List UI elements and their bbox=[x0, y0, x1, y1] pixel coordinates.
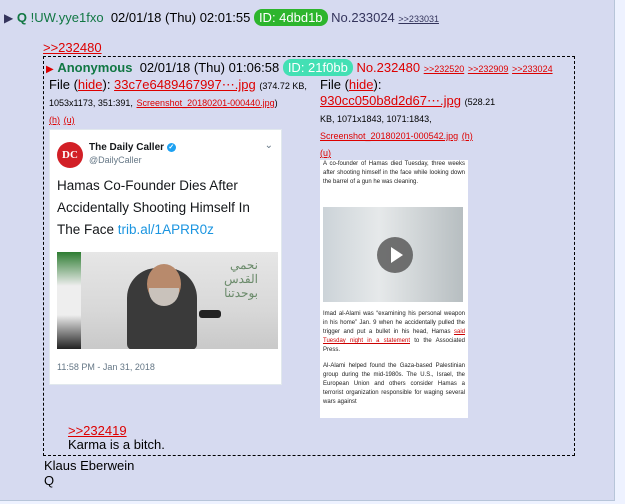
post-header: ▶ Q !UW.yye1fxo 02/01/18 (Thu) 02:01:55 … bbox=[4, 9, 439, 26]
file-link[interactable]: 33c7e6489467997⋯.jpg bbox=[114, 77, 256, 92]
quoted-poster-id-badge[interactable]: ID: 21f0bb bbox=[282, 59, 353, 76]
file-label: File bbox=[320, 77, 341, 92]
flag-graphic bbox=[57, 252, 81, 349]
u-link[interactable]: (u) bbox=[320, 148, 331, 158]
collapse-triangle-icon[interactable]: ▶ bbox=[4, 11, 13, 25]
tweet-account-name: The Daily Caller ✓ bbox=[89, 142, 176, 153]
file-info-2: File (hide): 930cc050b8d2d67⋯.jpg (528.2… bbox=[320, 77, 496, 158]
arabic-line: نحمي bbox=[229, 258, 258, 272]
hide-file-link[interactable]: hide bbox=[78, 77, 103, 92]
article-video bbox=[323, 207, 463, 302]
tweet-link: trib.al/1APRR0z bbox=[117, 222, 214, 237]
post-datetime: 02/01/18 (Thu) 02:01:55 bbox=[110, 10, 251, 25]
post-container: ▶ Q !UW.yye1fxo 02/01/18 (Thu) 02:01:55 … bbox=[0, 0, 615, 501]
microphone-graphic bbox=[199, 310, 221, 318]
original-filename-link[interactable]: Screenshot_20180201-000542.jpg bbox=[320, 131, 458, 141]
quoted-post-datetime: 02/01/18 (Thu) 01:06:58 bbox=[139, 60, 280, 75]
article-paragraph-3: Al-Alami helped found the Gaza-based Pal… bbox=[323, 363, 465, 405]
daily-caller-logo: DC bbox=[57, 142, 83, 168]
file-meta: ) bbox=[274, 98, 278, 108]
post-message-line: Klaus Eberwein bbox=[44, 458, 135, 473]
backlink[interactable]: >>232909 bbox=[468, 64, 509, 74]
tweet-account-name-text: The Daily Caller bbox=[89, 142, 165, 153]
quoted-post-header: ▶ Anonymous 02/01/18 (Thu) 01:06:58 ID: … bbox=[46, 59, 553, 76]
h-link[interactable]: (h) bbox=[462, 131, 473, 141]
u-link[interactable]: (u) bbox=[64, 115, 75, 125]
file-label: File bbox=[49, 77, 70, 92]
post-number[interactable]: No.233024 bbox=[331, 10, 395, 25]
backlink[interactable]: >>233024 bbox=[512, 64, 553, 74]
quoted-post-number[interactable]: No.232480 bbox=[356, 60, 420, 75]
quoted-post-message: Karma is a bitch. bbox=[68, 437, 165, 452]
hide-file-link[interactable]: hide bbox=[349, 77, 374, 92]
poster-id-badge[interactable]: ID: 4dbd1b bbox=[253, 9, 328, 26]
tweet-text: Hamas Co-Founder Dies After Accidentally… bbox=[57, 175, 275, 241]
collapse-triangle-icon[interactable]: ▶ bbox=[46, 64, 54, 75]
arabic-banner-text: نحمي القدس بوحدتنا bbox=[224, 258, 258, 300]
quote-link[interactable]: >>232480 bbox=[43, 40, 102, 55]
tweet-handle: @DailyCaller bbox=[89, 155, 142, 165]
tweet-photo: نحمي القدس بوحدتنا bbox=[57, 252, 278, 349]
arabic-line: القدس bbox=[223, 272, 258, 286]
poster-name: Q bbox=[16, 10, 27, 25]
file-info-1: File (hide): 33c7e6489467997⋯.jpg (374.7… bbox=[49, 77, 307, 125]
quoted-poster-name: Anonymous bbox=[57, 60, 133, 75]
h-link[interactable]: (h) bbox=[49, 115, 60, 125]
article-text: Imad al-Alami was “examining his persona… bbox=[323, 311, 465, 335]
backlink[interactable]: >>233031 bbox=[398, 14, 439, 24]
backlink[interactable]: >>232520 bbox=[424, 64, 465, 74]
post-message-line: Q bbox=[44, 473, 55, 488]
chevron-down-icon: ⌄ bbox=[264, 140, 273, 151]
play-button-icon bbox=[377, 237, 413, 273]
tripcode: !UW.yye1fxo bbox=[30, 10, 104, 25]
article-screenshot-image[interactable]: A co-founder of Hamas died Tuesday, thre… bbox=[320, 160, 468, 418]
tweet-timestamp: 11:58 PM - Jan 31, 2018 bbox=[57, 362, 155, 372]
article-paragraph-1: A co-founder of Hamas died Tuesday, thre… bbox=[323, 161, 465, 185]
file-link[interactable]: 930cc050b8d2d67⋯.jpg bbox=[320, 93, 461, 108]
tweet-screenshot-image[interactable]: DC The Daily Caller ✓ @DailyCaller ⌄ Ham… bbox=[49, 129, 282, 385]
quote-link[interactable]: >>232419 bbox=[68, 423, 127, 438]
verified-badge-icon: ✓ bbox=[166, 142, 176, 152]
inline-quoted-post: ▶ Anonymous 02/01/18 (Thu) 01:06:58 ID: … bbox=[43, 56, 575, 456]
arabic-line: بوحدتنا bbox=[224, 286, 258, 300]
original-filename-link[interactable]: Screenshot_20180201-000440.jpg bbox=[137, 98, 275, 108]
article-paragraph-2: Imad al-Alami was “examining his persona… bbox=[320, 310, 468, 355]
